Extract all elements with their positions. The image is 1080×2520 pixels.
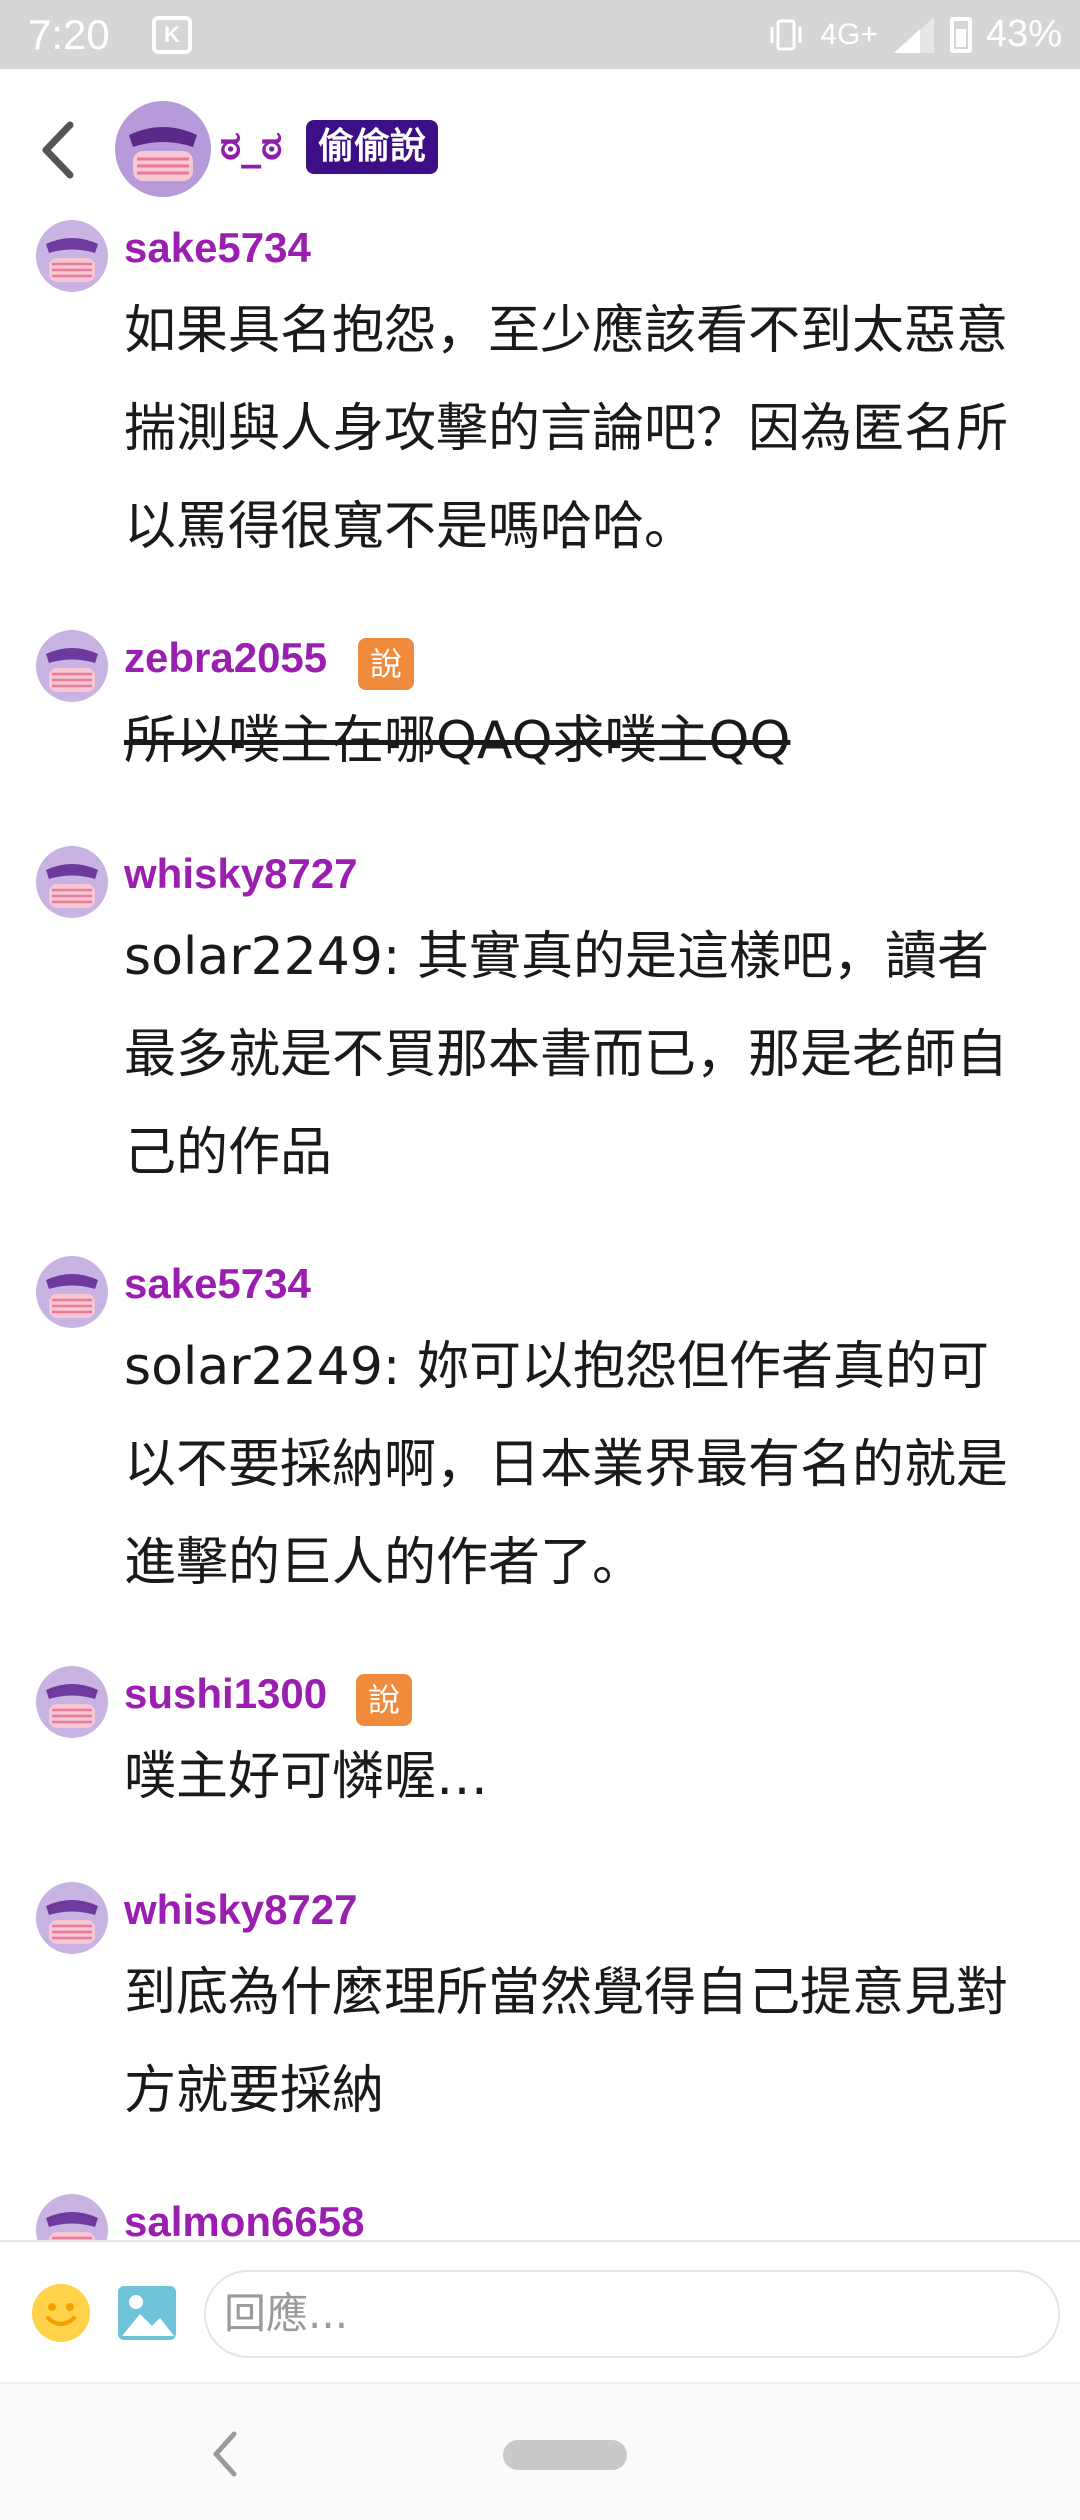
masked-avatar-icon[interactable]: [36, 1882, 108, 1954]
poster-badge: 說: [356, 1674, 412, 1726]
app-notification-icon: K: [152, 16, 192, 54]
masked-avatar-icon[interactable]: [36, 1256, 108, 1328]
comment-username[interactable]: whisky8727: [124, 1886, 358, 1934]
masked-avatar-icon[interactable]: [36, 2194, 108, 2240]
anonymous-badge: 偷偷說: [306, 120, 439, 174]
comment-text: solar2249: 其實真的是這樣吧，讀者最多就是不買那本書而已，那是老師自己…: [124, 927, 1009, 1183]
comment-text: 噗主好可憐喔…: [124, 1747, 489, 1807]
image-icon[interactable]: [116, 2282, 178, 2344]
thread-author-name: ಠ_ಠ: [220, 123, 283, 169]
comment-username[interactable]: sake5734: [124, 224, 311, 272]
battery-percent: 43%: [985, 13, 1062, 55]
signal-icon: [893, 16, 934, 53]
back-button[interactable]: [30, 115, 90, 185]
comment-username[interactable]: zebra2055: [124, 634, 327, 682]
emoji-icon[interactable]: [30, 2282, 92, 2344]
reply-bar: 回應...: [0, 2240, 1080, 2382]
comment-list[interactable]: sake5734 如果具名抱怨，至少應該看不到太惡意揣測與人身攻擊的言論吧？因為…: [0, 220, 1080, 2240]
masked-avatar-icon[interactable]: [36, 630, 108, 702]
status-time: 7:20: [28, 10, 110, 58]
poster-badge: 說: [358, 638, 414, 690]
comment-text: solar2249: 妳可以抱怨但作者真的可以不要採納啊，日本業界最有名的就是進…: [124, 1337, 1009, 1593]
masked-avatar-icon[interactable]: [115, 101, 211, 197]
chevron-left-icon: [42, 121, 74, 179]
home-pill-button[interactable]: [503, 2440, 627, 2470]
status-bar: 7:20 K 4G+ 43%: [0, 0, 1080, 69]
comment-text: 到底為什麼理所當然覺得自己提意見對方就要採納: [124, 1963, 1009, 2121]
masked-avatar-icon[interactable]: [36, 220, 108, 292]
battery-icon: [949, 16, 972, 53]
masked-avatar-icon[interactable]: [36, 846, 108, 918]
vibrate-icon: [770, 19, 802, 50]
comment-username[interactable]: sake5734: [124, 1260, 311, 1308]
network-type: 4G+: [820, 17, 878, 51]
comment-username[interactable]: whisky8727: [124, 850, 358, 898]
status-indicators: 4G+ 43%: [766, 0, 1062, 69]
reply-input[interactable]: 回應...: [204, 2270, 1060, 2358]
comment-username[interactable]: salmon6658: [124, 2198, 364, 2240]
comment-text: 如果具名抱怨，至少應該看不到太惡意揣測與人身攻擊的言論吧？因為匿名所以罵得很寬不…: [124, 301, 1009, 557]
masked-avatar-icon[interactable]: [36, 1666, 108, 1738]
navigation-bar: [0, 2382, 1080, 2520]
nav-back-icon[interactable]: [200, 2424, 250, 2484]
comment-text: 所以噗主在哪QAQ求噗主QQ: [124, 711, 791, 771]
comment-username[interactable]: sushi1300: [124, 1670, 327, 1718]
header: ಠ_ಠ 偷偷說: [0, 69, 1080, 229]
